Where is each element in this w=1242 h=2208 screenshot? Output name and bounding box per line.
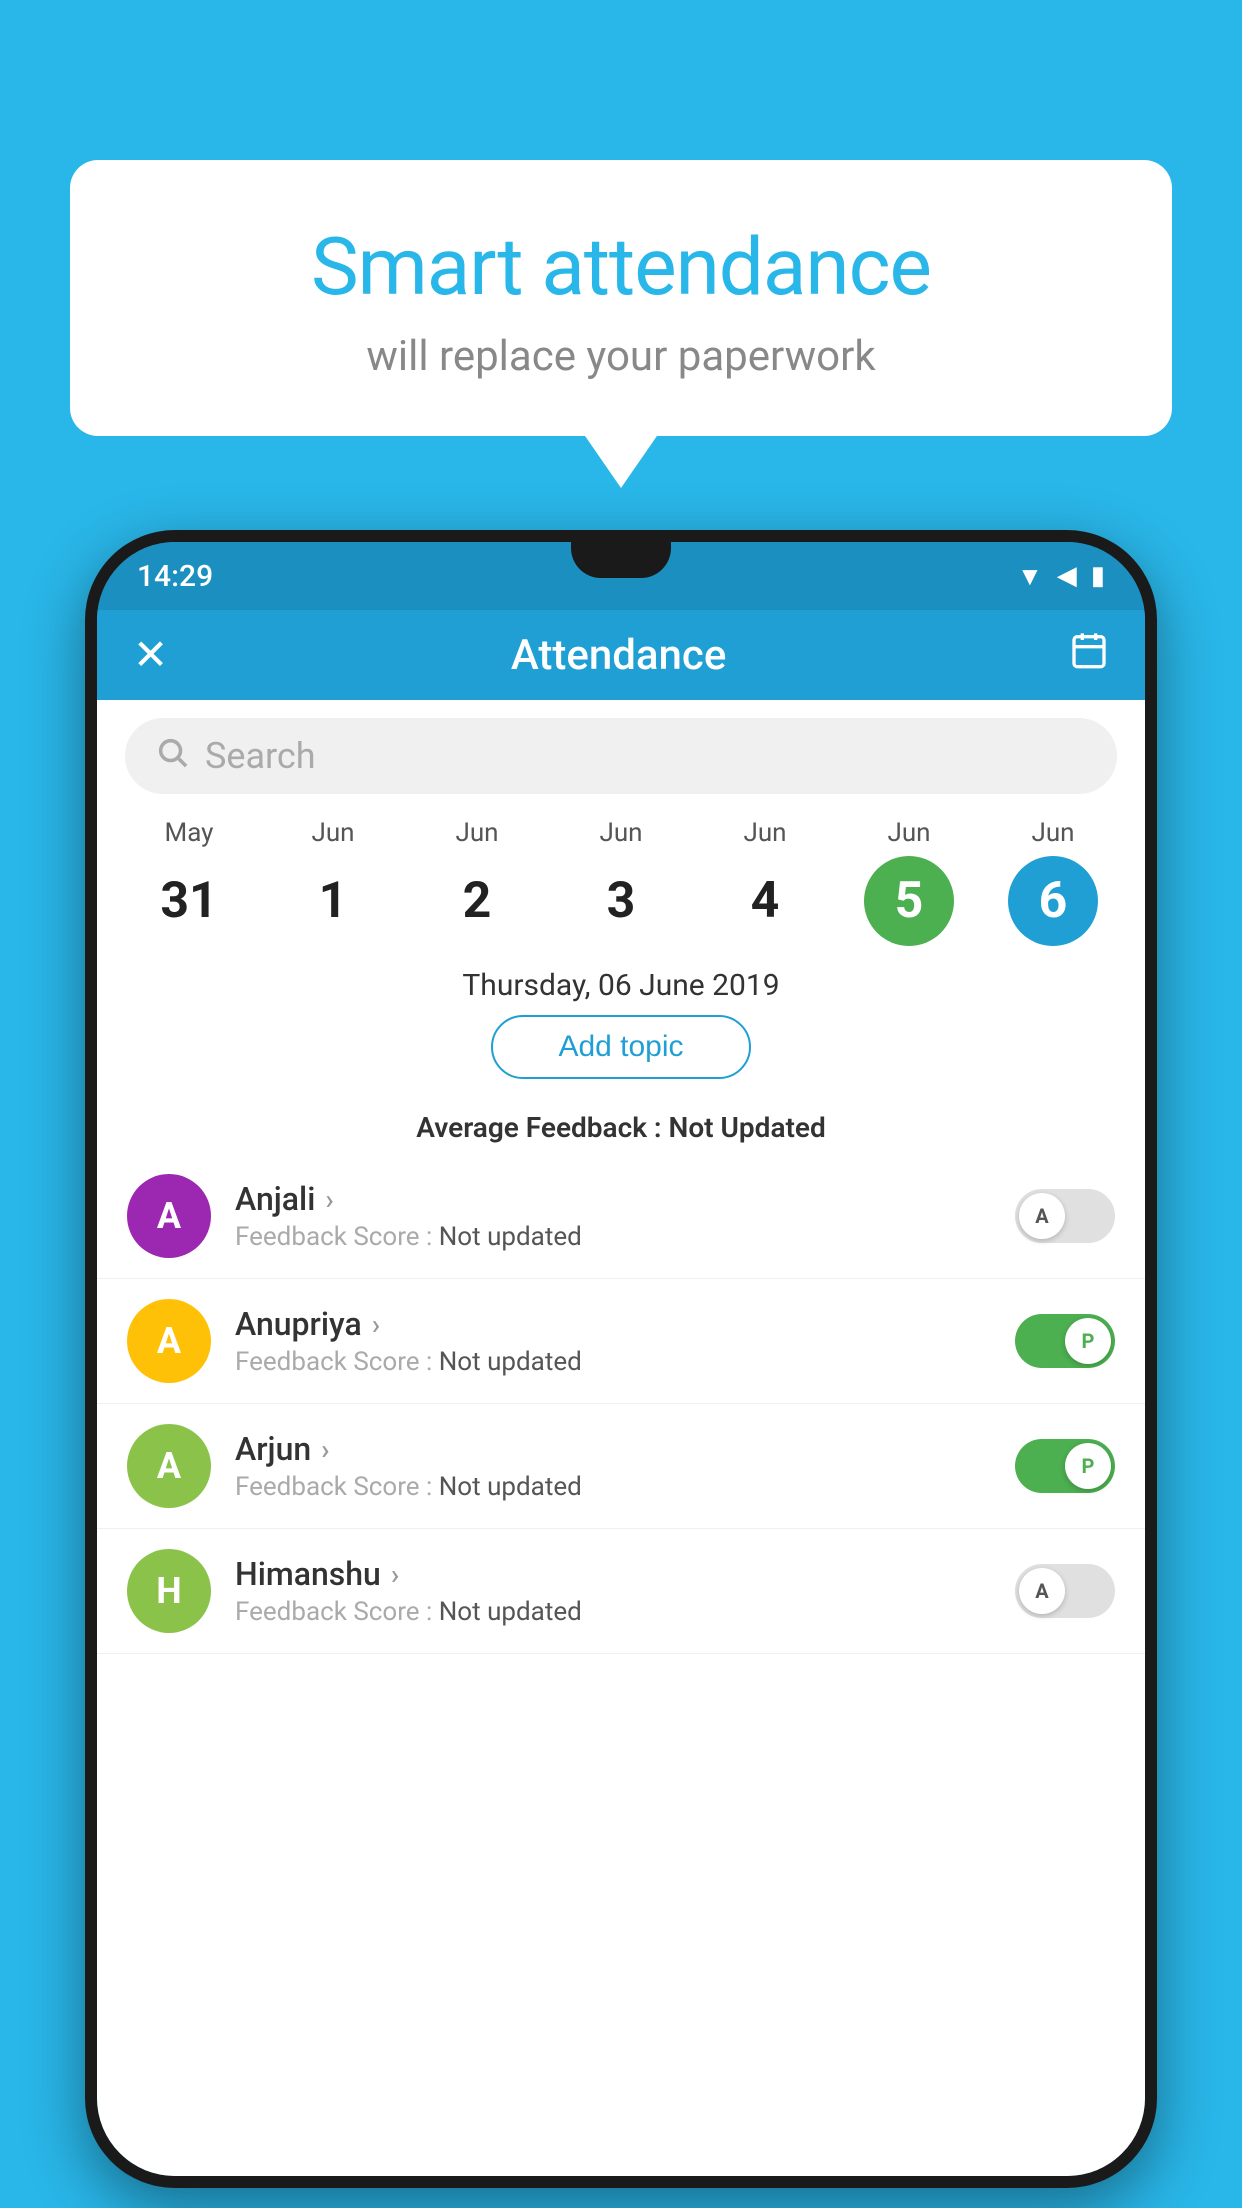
chevron-right-icon-anupriya: › [372, 1308, 380, 1341]
add-topic-label: Add topic [558, 1030, 683, 1064]
student-info-anupriya: Anupriya › Feedback Score : Not updated [235, 1305, 991, 1377]
chevron-right-icon-arjun: › [321, 1433, 329, 1466]
student-item-arjun[interactable]: A Arjun › Feedback Score : Not updated P [97, 1404, 1145, 1529]
day-2: 2 [432, 856, 522, 946]
date-col-2[interactable]: Jun 2 [412, 818, 542, 946]
app-bar: ✕ Attendance [97, 610, 1145, 700]
signal-icon: ◀ [1057, 561, 1077, 591]
close-button[interactable]: ✕ [133, 630, 168, 680]
toggle-switch-anjali[interactable]: A [1015, 1189, 1115, 1243]
student-info-anjali: Anjali › Feedback Score : Not updated [235, 1180, 991, 1252]
speech-bubble-container: Smart attendance will replace your paper… [70, 160, 1172, 436]
bubble-subtitle: will replace your paperwork [120, 332, 1122, 381]
date-col-1[interactable]: Jun 1 [268, 818, 398, 946]
student-item-himanshu[interactable]: H Himanshu › Feedback Score : Not update… [97, 1529, 1145, 1654]
toggle-anupriya[interactable]: P [1015, 1314, 1115, 1368]
month-3: Jun [599, 818, 642, 848]
status-icons: ▼ ◀ ▮ [1017, 561, 1105, 592]
toggle-switch-anupriya[interactable]: P [1015, 1314, 1115, 1368]
date-col-6[interactable]: Jun 6 [988, 818, 1118, 946]
avatar-himanshu: H [127, 1549, 211, 1633]
phone-inner: 14:29 ▼ ◀ ▮ ✕ Attendance [97, 542, 1145, 2176]
selected-date-display: Thursday, 06 June 2019 [97, 946, 1145, 1015]
toggle-arjun[interactable]: P [1015, 1439, 1115, 1493]
avatar-arjun: A [127, 1424, 211, 1508]
feedback-score-anjali: Feedback Score : Not updated [235, 1222, 991, 1252]
toggle-knob-anjali: A [1019, 1193, 1065, 1239]
day-4: 4 [720, 856, 810, 946]
student-name-himanshu: Himanshu › [235, 1555, 991, 1593]
student-info-himanshu: Himanshu › Feedback Score : Not updated [235, 1555, 991, 1627]
search-bar[interactable]: Search [125, 718, 1117, 794]
day-3: 3 [576, 856, 666, 946]
avg-feedback-label: Average Feedback : [416, 1111, 661, 1144]
toggle-anjali[interactable]: A [1015, 1189, 1115, 1243]
toggle-knob-arjun: P [1065, 1443, 1111, 1489]
toggle-himanshu[interactable]: A [1015, 1564, 1115, 1618]
speech-bubble: Smart attendance will replace your paper… [70, 160, 1172, 436]
month-4: Jun [743, 818, 786, 848]
phone-content: Search May 31 Jun 1 Jun 2 Jun [97, 700, 1145, 2176]
avg-feedback: Average Feedback : Not Updated [97, 1111, 1145, 1144]
feedback-score-himanshu: Feedback Score : Not updated [235, 1597, 991, 1627]
month-1: Jun [311, 818, 354, 848]
add-topic-button[interactable]: Add topic [491, 1015, 751, 1079]
month-0: May [165, 818, 214, 848]
toggle-knob-anupriya: P [1065, 1318, 1111, 1364]
student-name-arjun: Arjun › [235, 1430, 991, 1468]
day-6: 6 [1008, 856, 1098, 946]
search-placeholder: Search [205, 735, 316, 777]
search-icon [155, 735, 189, 778]
date-col-3[interactable]: Jun 3 [556, 818, 686, 946]
student-name-anjali: Anjali › [235, 1180, 991, 1218]
toggle-knob-himanshu: A [1019, 1568, 1065, 1614]
day-5: 5 [864, 856, 954, 946]
student-list: A Anjali › Feedback Score : Not updated … [97, 1154, 1145, 2176]
phone-frame: 14:29 ▼ ◀ ▮ ✕ Attendance [85, 530, 1157, 2188]
chevron-right-icon: › [325, 1183, 333, 1216]
feedback-score-arjun: Feedback Score : Not updated [235, 1472, 991, 1502]
month-2: Jun [455, 818, 498, 848]
avatar-anjali: A [127, 1174, 211, 1258]
toggle-switch-arjun[interactable]: P [1015, 1439, 1115, 1493]
month-6: Jun [1031, 818, 1074, 848]
month-5: Jun [887, 818, 930, 848]
notch [571, 542, 671, 578]
student-item-anupriya[interactable]: A Anupriya › Feedback Score : Not update… [97, 1279, 1145, 1404]
avg-feedback-value: Not Updated [669, 1111, 826, 1144]
chevron-right-icon-himanshu: › [391, 1558, 399, 1591]
battery-icon: ▮ [1091, 561, 1105, 591]
date-col-0[interactable]: May 31 [124, 818, 254, 946]
student-info-arjun: Arjun › Feedback Score : Not updated [235, 1430, 991, 1502]
student-name-anupriya: Anupriya › [235, 1305, 991, 1343]
day-1: 1 [288, 856, 378, 946]
bubble-title: Smart attendance [120, 220, 1122, 314]
date-picker-row: May 31 Jun 1 Jun 2 Jun 3 Jun 4 [97, 808, 1145, 946]
status-bar: 14:29 ▼ ◀ ▮ [97, 542, 1145, 610]
student-item-anjali[interactable]: A Anjali › Feedback Score : Not updated … [97, 1154, 1145, 1279]
date-col-4[interactable]: Jun 4 [700, 818, 830, 946]
toggle-switch-himanshu[interactable]: A [1015, 1564, 1115, 1618]
avatar-anupriya: A [127, 1299, 211, 1383]
date-col-5[interactable]: Jun 5 [844, 818, 974, 946]
app-bar-title: Attendance [168, 631, 1069, 680]
feedback-score-anupriya: Feedback Score : Not updated [235, 1347, 991, 1377]
wifi-icon: ▼ [1017, 561, 1043, 592]
day-0: 31 [144, 856, 234, 946]
search-bar-wrapper: Search [97, 700, 1145, 808]
calendar-button[interactable] [1069, 630, 1109, 680]
status-time: 14:29 [137, 559, 213, 594]
